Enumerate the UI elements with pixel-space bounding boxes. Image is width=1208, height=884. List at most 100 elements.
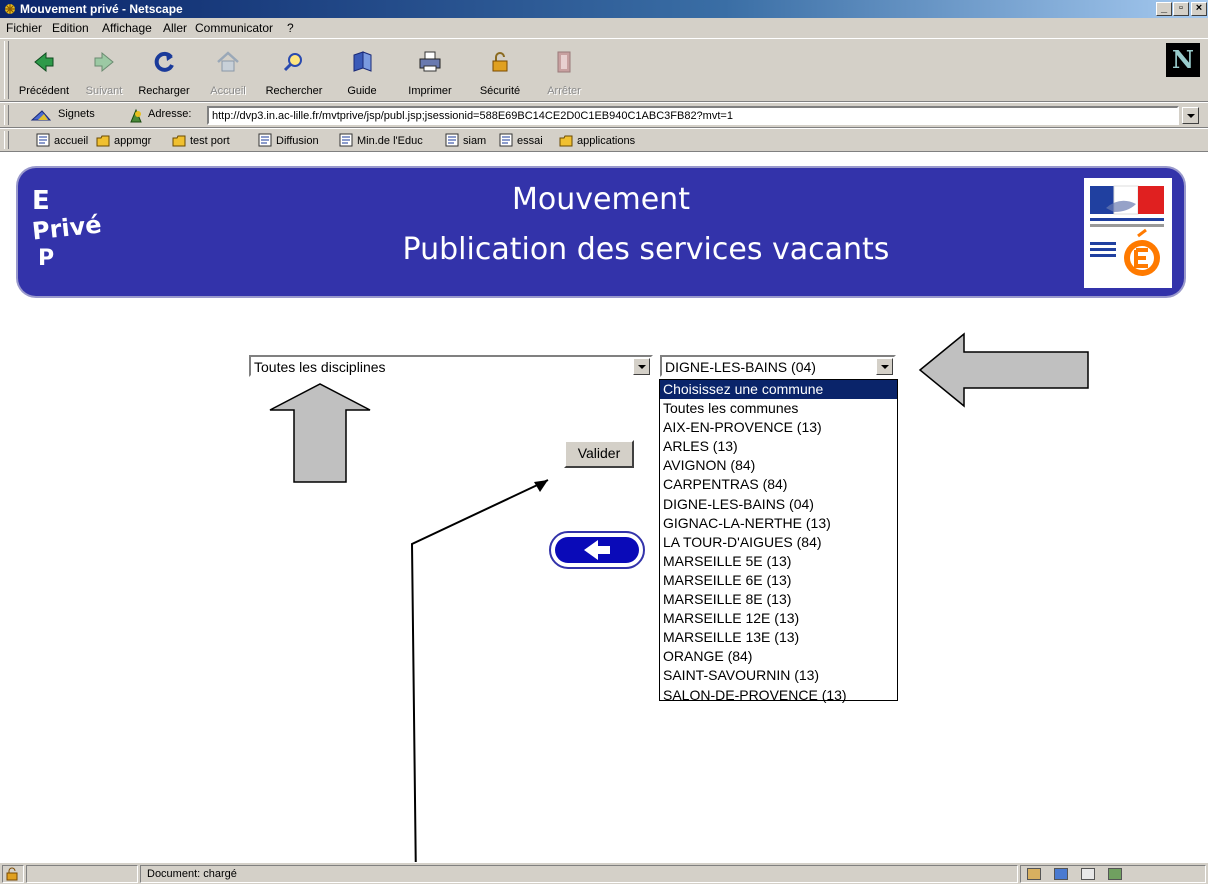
bookmark-essai[interactable]: essai bbox=[499, 133, 543, 147]
commune-dropdown-button[interactable] bbox=[876, 358, 893, 375]
back-label: Précédent bbox=[18, 85, 70, 97]
commune-option[interactable]: Toutes les communes bbox=[660, 399, 897, 418]
commune-option[interactable]: ORANGE (84) bbox=[660, 647, 897, 666]
forward-button[interactable]: Suivant bbox=[72, 45, 136, 99]
navigator-icon[interactable] bbox=[1108, 868, 1123, 880]
menu-help[interactable]: ? bbox=[287, 21, 294, 35]
netscape-logo[interactable]: N bbox=[1166, 43, 1200, 77]
bookmark-applications[interactable]: applications bbox=[559, 133, 635, 147]
search-label: Rechercher bbox=[265, 85, 323, 97]
commune-option[interactable]: GIGNAC-LA-NERTHE (13) bbox=[660, 514, 897, 533]
padlock-icon bbox=[492, 52, 508, 72]
page-icon bbox=[339, 133, 353, 147]
folder-icon bbox=[172, 135, 186, 147]
discipline-select[interactable]: Toutes les disciplines bbox=[249, 355, 653, 377]
address-dropdown-button[interactable] bbox=[1182, 107, 1199, 124]
folder-icon bbox=[96, 135, 110, 147]
commune-option[interactable]: CARPENTRAS (84) bbox=[660, 475, 897, 494]
home-label: Accueil bbox=[210, 85, 246, 97]
commune-option[interactable]: AVIGNON (84) bbox=[660, 456, 897, 475]
component-bar bbox=[1020, 865, 1206, 883]
bookmark-label: Min.de l'Educ bbox=[357, 135, 423, 147]
discipline-dropdown-button[interactable] bbox=[633, 358, 650, 375]
commune-option[interactable]: SALON-DE-PROVENCE (13) bbox=[660, 686, 897, 705]
validate-button[interactable]: Valider bbox=[564, 440, 634, 468]
personal-toolbar: accueil appmgr test port Diffusion Min.d… bbox=[0, 128, 1208, 152]
commune-option[interactable]: MARSEILLE 8E (13) bbox=[660, 590, 897, 609]
search-icon bbox=[283, 53, 302, 72]
commune-option[interactable]: ARLES (13) bbox=[660, 437, 897, 456]
menu-edition[interactable]: Edition bbox=[52, 21, 89, 35]
annotation-left-arrow bbox=[918, 332, 1089, 408]
bookmarks-label[interactable]: Signets bbox=[58, 108, 95, 120]
stop-label: Arrêter bbox=[547, 85, 581, 97]
toolbar-grip[interactable] bbox=[4, 41, 9, 99]
minimize-button[interactable]: _ bbox=[1156, 2, 1172, 16]
navigation-toolbar: Précédent Suivant Recharger Accueil Rech… bbox=[0, 38, 1208, 102]
annotation-pointer-head bbox=[534, 480, 548, 492]
bookmark-min-educ[interactable]: Min.de l'Educ bbox=[339, 133, 423, 147]
back-button[interactable]: Précédent bbox=[12, 45, 76, 99]
commune-select[interactable]: DIGNE-LES-BAINS (04) bbox=[660, 355, 896, 377]
commune-option[interactable]: DIGNE-LES-BAINS (04) bbox=[660, 495, 897, 514]
print-button[interactable]: Imprimer bbox=[398, 45, 462, 99]
reload-button[interactable]: Recharger bbox=[132, 45, 196, 99]
commune-option[interactable]: Choisissez une commune bbox=[660, 380, 897, 400]
security-status-icon[interactable] bbox=[2, 865, 24, 883]
menu-affichage[interactable]: Affichage bbox=[102, 21, 152, 35]
annotation-pointer-line bbox=[410, 479, 549, 884]
print-label: Imprimer bbox=[408, 85, 452, 97]
commune-option[interactable]: SAINT-SAVOURNIN (13) bbox=[660, 666, 897, 685]
mail-icon[interactable] bbox=[1027, 868, 1041, 880]
menu-aller[interactable]: Aller bbox=[163, 21, 187, 35]
bookmark-label: applications bbox=[577, 135, 636, 147]
home-icon bbox=[217, 51, 239, 72]
location-grip[interactable] bbox=[4, 105, 9, 125]
bookmark-label: siam bbox=[463, 135, 487, 147]
bookmark-appmgr[interactable]: appmgr bbox=[96, 133, 151, 147]
menu-bar: Fichier Edition Affichage Aller Communic… bbox=[0, 18, 1208, 38]
composer-icon[interactable] bbox=[1081, 868, 1096, 880]
security-button[interactable]: Sécurité bbox=[468, 45, 532, 99]
bookmarks-icon bbox=[30, 110, 52, 121]
home-button[interactable]: Accueil bbox=[196, 45, 260, 99]
search-button[interactable]: Rechercher bbox=[262, 45, 326, 99]
personal-grip[interactable] bbox=[4, 131, 9, 149]
commune-selected-value: DIGNE-LES-BAINS (04) bbox=[665, 359, 816, 375]
commune-dropdown-list[interactable]: Choisissez une commune Toutes les commun… bbox=[659, 379, 898, 703]
annotation-up-arrow bbox=[269, 383, 371, 483]
commune-option[interactable]: MARSEILLE 6E (13) bbox=[660, 571, 897, 590]
back-arrow-icon bbox=[34, 51, 54, 73]
close-button[interactable]: × bbox=[1191, 2, 1207, 16]
guide-icon bbox=[353, 51, 372, 72]
commune-option[interactable]: MARSEILLE 5E (13) bbox=[660, 552, 897, 571]
bookmark-label: Diffusion bbox=[276, 135, 319, 147]
bookmark-test-port[interactable]: test port bbox=[172, 133, 230, 147]
menu-communicator[interactable]: Communicator bbox=[195, 21, 273, 35]
page-title: Mouvement bbox=[512, 182, 690, 217]
commune-option[interactable]: AIX-EN-PROVENCE (13) bbox=[660, 418, 897, 437]
commune-option[interactable]: LA TOUR-D'AIGUES (84) bbox=[660, 533, 897, 552]
status-text: Document: chargé bbox=[140, 865, 1018, 883]
commune-option[interactable]: MARSEILLE 12E (13) bbox=[660, 609, 897, 628]
menu-fichier[interactable]: Fichier bbox=[6, 21, 42, 35]
ministry-logo bbox=[1084, 178, 1172, 288]
stop-button[interactable]: Arrêter bbox=[532, 45, 596, 99]
folder-icon bbox=[559, 135, 573, 147]
address-input[interactable]: http://dvp3.in.ac-lille.fr/mvtprive/jsp/… bbox=[207, 106, 1179, 125]
bookmark-accueil[interactable]: accueil bbox=[36, 133, 88, 147]
bookmark-label: accueil bbox=[54, 135, 89, 147]
bookmark-diffusion[interactable]: Diffusion bbox=[258, 133, 319, 147]
bookmark-siam[interactable]: siam bbox=[445, 133, 486, 147]
bookmark-label: test port bbox=[190, 135, 230, 147]
page-subtitle: Publication des services vacants bbox=[402, 232, 890, 267]
printer-icon bbox=[419, 51, 441, 72]
maximize-button[interactable]: ▫ bbox=[1173, 2, 1189, 16]
window-titlebar[interactable]: Mouvement privé - Netscape _ ▫ × bbox=[0, 0, 1208, 18]
guide-button[interactable]: Guide bbox=[330, 45, 394, 99]
page-icon bbox=[499, 133, 513, 147]
discussion-icon[interactable] bbox=[1054, 868, 1069, 880]
forward-label: Suivant bbox=[85, 85, 123, 97]
commune-option[interactable]: MARSEILLE 13E (13) bbox=[660, 628, 897, 647]
back-page-button[interactable] bbox=[548, 530, 646, 570]
